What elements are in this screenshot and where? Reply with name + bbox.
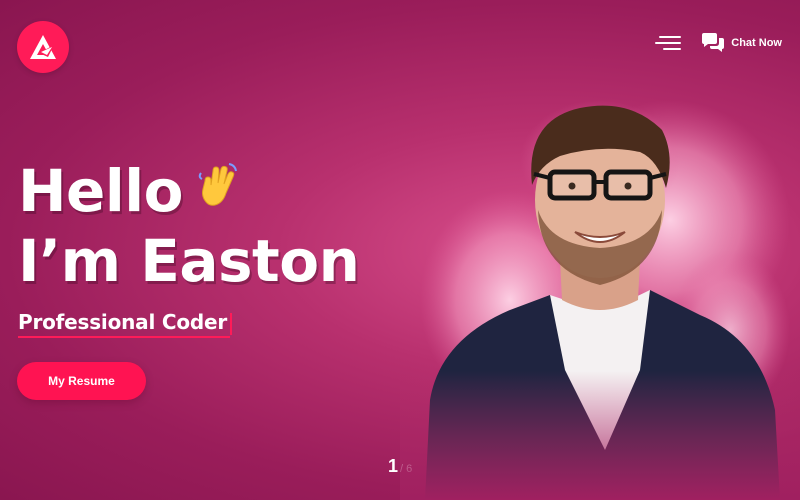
chat-bubbles-icon: [702, 33, 725, 52]
subtitle-text: Professional Coder: [18, 310, 228, 334]
typed-subtitle: Professional Coder: [18, 310, 233, 335]
subtitle-underline: [18, 336, 230, 338]
name-line-text: I’m Easton: [18, 226, 360, 295]
top-nav: Chat Now: [655, 33, 782, 53]
site-logo[interactable]: [17, 21, 69, 73]
portrait-image: [400, 70, 800, 500]
typing-cursor: [230, 312, 233, 335]
chat-now-button[interactable]: Chat Now: [701, 33, 782, 53]
my-resume-button[interactable]: My Resume: [17, 362, 146, 400]
hamburger-menu-icon[interactable]: [655, 35, 682, 51]
hero-heading: Hello I’m Easton: [18, 156, 360, 295]
chat-now-label: Chat Now: [731, 37, 782, 49]
greeting-text: Hello: [18, 157, 184, 225]
waving-hand-icon: [193, 156, 243, 222]
a-logo-icon: [30, 35, 56, 59]
current-slide-number: 1: [388, 456, 399, 476]
